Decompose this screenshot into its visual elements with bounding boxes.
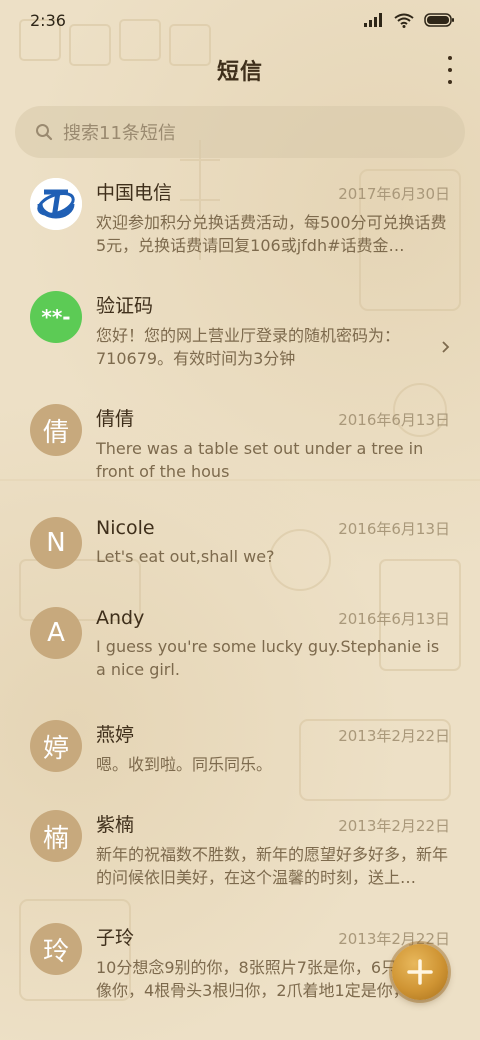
contact-name: 燕婷 (96, 724, 135, 746)
avatar: N (30, 517, 82, 569)
avatar-text: 玲 (42, 936, 69, 967)
message-preview: 嗯。收到啦。同乐同乐。 (96, 755, 273, 774)
search-placeholder: 搜索11条短信 (63, 123, 176, 144)
avatar-text: 婷 (42, 733, 69, 764)
messages-screen: 2:36 短信 搜索11条短信 中国电信 2017年6月30日 欢迎参加积分兑换… (0, 0, 480, 1040)
contact-name: 紫楠 (96, 814, 135, 836)
wifi-icon (394, 13, 414, 28)
battery-icon (424, 13, 454, 27)
plus-icon (407, 959, 433, 985)
contact-name: 验证码 (96, 295, 154, 317)
search-icon (36, 124, 53, 141)
avatar: 楠 (30, 810, 82, 862)
avatar: 婷 (30, 720, 82, 772)
avatar-text: 倩 (42, 417, 69, 448)
more-dot-icon (448, 80, 452, 84)
message-date: 2013年2月22日 (338, 817, 450, 835)
message-date: 2013年2月22日 (338, 930, 450, 948)
conversation-item[interactable]: N Nicole 2016年6月13日 Let's eat out,shall … (0, 517, 480, 607)
conversation-item[interactable]: **- 验证码 您好！您的网上营业厅登录的随机密码为：710679。有效时间为3… (0, 291, 480, 404)
message-date: 2013年2月22日 (338, 727, 450, 745)
contact-name: Andy (96, 607, 145, 629)
status-bar: 2:36 (0, 0, 480, 40)
avatar: 玲 (30, 923, 82, 975)
avatar (30, 178, 82, 230)
message-preview: Let's eat out,shall we? (96, 547, 275, 566)
status-time: 2:36 (30, 10, 66, 30)
avatar: **- (30, 291, 82, 343)
message-preview: 新年的祝福数不胜数，新年的愿望好多好多，新年的问候依旧美好，在这个温馨的时刻，送… (96, 845, 449, 887)
message-preview: There was a table set out under a tree i… (96, 439, 424, 481)
more-options-button[interactable] (444, 56, 456, 84)
avatar: 倩 (30, 404, 82, 456)
avatar-text: N (46, 528, 66, 558)
search-input[interactable]: 搜索11条短信 (15, 106, 465, 158)
avatar-text: 楠 (42, 823, 69, 854)
page-title: 短信 (216, 60, 263, 85)
signal-icon (364, 13, 382, 27)
conversation-list: 中国电信 2017年6月30日 欢迎参加积分兑换话费活动，每500分可兑换话费5… (0, 178, 480, 1036)
conversation-item[interactable]: 中国电信 2017年6月30日 欢迎参加积分兑换话费活动，每500分可兑换话费5… (0, 178, 480, 291)
more-dot-icon (448, 56, 452, 60)
new-message-button[interactable] (392, 944, 448, 1000)
avatar-text: A (47, 618, 65, 648)
conversation-item[interactable]: 倩 倩倩 2016年6月13日 There was a table set ou… (0, 404, 480, 517)
message-date: 2017年6月30日 (338, 185, 450, 203)
conversation-item[interactable]: 婷 燕婷 2013年2月22日 嗯。收到啦。同乐同乐。 (0, 720, 480, 810)
message-date: 2016年6月13日 (338, 520, 450, 538)
contact-name: 子玲 (96, 927, 135, 949)
message-preview: I guess you're some lucky guy.Stephanie … (96, 637, 440, 679)
message-preview: 您好！您的网上营业厅登录的随机密码为：710679。有效时间为3分钟 (96, 326, 401, 368)
status-icons (364, 13, 454, 28)
message-date: 2016年6月13日 (338, 610, 450, 628)
message-preview: 欢迎参加积分兑换话费活动，每500分可兑换话费5元，兑换话费请回复106或jfd… (96, 213, 447, 255)
contact-name: 倩倩 (96, 408, 135, 430)
header: 短信 (0, 46, 480, 94)
message-date: 2016年6月13日 (338, 411, 450, 429)
avatar-text: **- (41, 305, 71, 329)
avatar: A (30, 607, 82, 659)
conversation-item[interactable]: A Andy 2016年6月13日 I guess you're some lu… (0, 607, 480, 720)
contact-name: Nicole (96, 517, 155, 539)
china-telecom-logo-icon (30, 178, 82, 230)
chevron-right-icon (442, 341, 450, 353)
more-dot-icon (448, 68, 452, 72)
conversation-item[interactable]: 楠 紫楠 2013年2月22日 新年的祝福数不胜数，新年的愿望好多好多，新年的问… (0, 810, 480, 923)
contact-name: 中国电信 (96, 182, 173, 204)
